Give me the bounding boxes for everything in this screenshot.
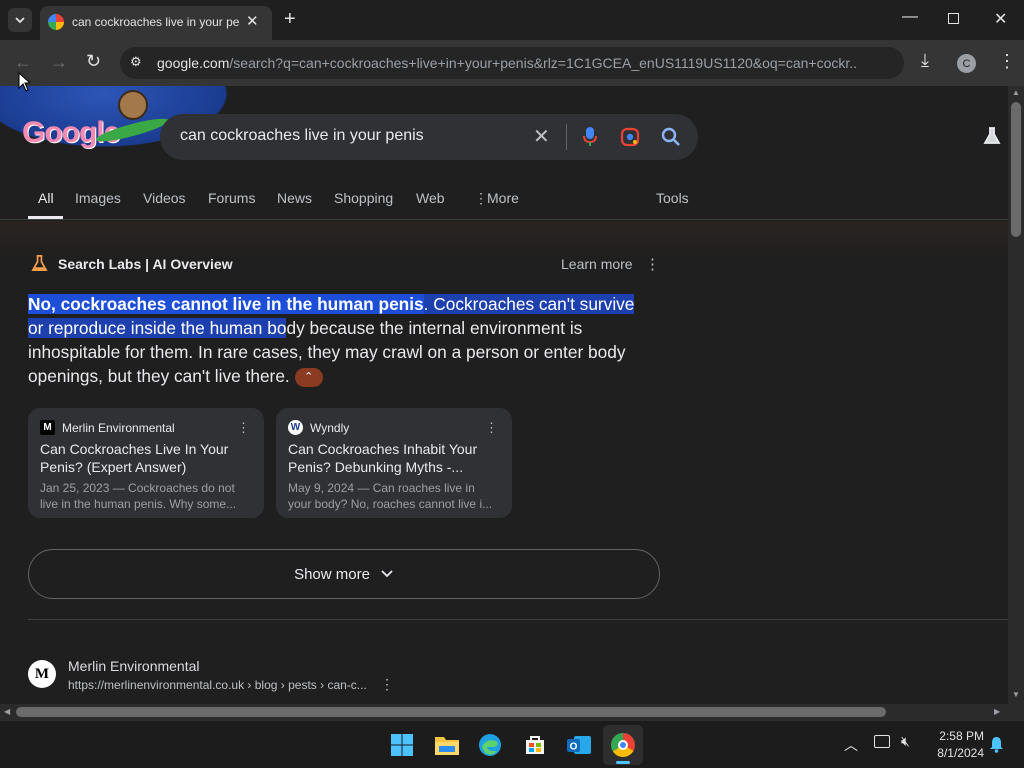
- show-more-button[interactable]: Show more: [28, 549, 660, 599]
- horizontal-scrollbar[interactable]: ◀ ▶: [0, 704, 1008, 720]
- windows-start-icon[interactable]: [390, 733, 414, 757]
- card-site: W Wyndly: [288, 420, 349, 435]
- card-snippet: May 9, 2024 — Can roaches live in your b…: [288, 481, 493, 511]
- scroll-thumb[interactable]: [16, 707, 886, 717]
- forward-button[interactable]: →: [50, 52, 68, 73]
- tab-bar: can cockroaches live in your pe ✕ + — ✕: [0, 0, 1024, 40]
- edge-icon[interactable]: [478, 733, 502, 757]
- card-site: M Merlin Environmental: [40, 420, 175, 435]
- divider: [28, 619, 1008, 620]
- source-card[interactable]: W Wyndly ⋮ Can Cockroaches Inhabit Your P…: [276, 408, 512, 518]
- card-menu-icon[interactable]: ⋮: [485, 420, 498, 436]
- tab-close-icon[interactable]: ✕: [246, 12, 259, 30]
- scroll-left-icon[interactable]: ◀: [4, 707, 10, 716]
- address-bar[interactable]: ⚙ google.com/search?q=can+cockroaches+li…: [120, 47, 904, 79]
- tray-chevron-up-icon[interactable]: ︿: [844, 735, 858, 755]
- tab-news[interactable]: News: [277, 190, 312, 206]
- answer-highlight-end: bo: [267, 318, 287, 338]
- tab-all[interactable]: All: [38, 190, 54, 206]
- microsoft-store-icon[interactable]: [523, 733, 547, 757]
- cursor-icon: [18, 72, 30, 92]
- clock-date[interactable]: 8/1/2024: [926, 746, 984, 760]
- labs-flask-small-icon: [31, 255, 48, 272]
- chevron-down-icon: [381, 570, 393, 578]
- answer-highlight: . Cockroaches can't survive: [423, 294, 635, 314]
- ai-overview-text: No, cockroaches cannot live in the human…: [28, 292, 660, 388]
- url-domain: google.com: [157, 55, 230, 71]
- ai-overview-glow: [0, 221, 1008, 261]
- overview-menu-icon[interactable]: ⋮: [645, 255, 660, 273]
- wyndly-favicon-icon: W: [288, 420, 303, 435]
- google-favicon-icon: [48, 14, 64, 30]
- tab-images[interactable]: Images: [75, 190, 121, 206]
- avatar[interactable]: C: [957, 54, 976, 73]
- search-tabs: All Images Videos Forums News Shopping W…: [0, 86, 1008, 220]
- tab-title: can cockroaches live in your pe: [72, 15, 240, 29]
- answer-bold: No, cockroaches cannot live in the human…: [28, 294, 424, 314]
- card-snippet: Jan 25, 2023 — Cockroaches do not live i…: [40, 481, 237, 511]
- card-title[interactable]: Can Cockroaches Inhabit Your Penis? Debu…: [288, 440, 498, 476]
- tab-all-underline: [28, 216, 63, 219]
- notification-bell-icon[interactable]: [989, 736, 1004, 753]
- site-info-icon[interactable]: ⚙: [130, 54, 142, 70]
- tab-forums[interactable]: Forums: [208, 190, 255, 206]
- url-text: google.com/search?q=can+cockroaches+live…: [157, 55, 857, 71]
- scroll-up-icon[interactable]: ▲: [1012, 88, 1020, 97]
- scroll-thumb[interactable]: [1011, 102, 1021, 237]
- learn-more-link[interactable]: Learn more: [561, 256, 633, 272]
- tab-web[interactable]: Web: [416, 190, 445, 206]
- chrome-taskbar-button[interactable]: [603, 725, 643, 765]
- tools-button[interactable]: Tools: [656, 190, 689, 206]
- more-dots-icon: ⋮: [474, 190, 488, 206]
- outlook-icon[interactable]: O: [566, 733, 592, 757]
- tab-more[interactable]: More: [487, 190, 519, 206]
- scroll-corner: [1008, 704, 1024, 720]
- ai-overview-header: Search Labs | AI Overview: [58, 256, 233, 272]
- clock-time[interactable]: 2:58 PM: [930, 729, 984, 743]
- collapse-button[interactable]: ⌃: [294, 367, 323, 387]
- card-title[interactable]: Can Cockroaches Live In Your Penis? (Exp…: [40, 440, 250, 476]
- taskbar: O ︿ 🔇︎ 2:58 PM 8/1/2024: [0, 720, 1024, 768]
- card-menu-icon[interactable]: ⋮: [237, 420, 250, 436]
- page-viewport: Google can cockroaches live in your peni…: [0, 86, 1008, 704]
- svg-text:O: O: [570, 742, 578, 753]
- tab-search-button[interactable]: [8, 8, 32, 32]
- result-url[interactable]: https://merlinenvironmental.co.uk › blog…: [68, 678, 367, 692]
- active-indicator: [616, 761, 630, 764]
- answer-highlight-line2: or reproduce inside the human: [28, 318, 268, 338]
- network-icon[interactable]: [874, 735, 890, 748]
- file-explorer-icon[interactable]: [434, 734, 460, 756]
- new-tab-button[interactable]: +: [284, 8, 296, 31]
- result-favicon-icon: M: [28, 660, 56, 688]
- minimize-button[interactable]: —: [902, 8, 918, 26]
- reload-button[interactable]: ↻: [86, 51, 101, 72]
- volume-mute-icon[interactable]: 🔇︎: [901, 733, 910, 750]
- restore-button[interactable]: [948, 13, 959, 24]
- scroll-right-icon[interactable]: ▶: [994, 707, 1000, 716]
- close-window-button[interactable]: ✕: [994, 9, 1007, 29]
- tab-videos[interactable]: Videos: [143, 190, 186, 206]
- active-tab[interactable]: can cockroaches live in your pe ✕: [40, 6, 272, 40]
- card-site-name: Merlin Environmental: [62, 420, 175, 435]
- tab-shopping[interactable]: Shopping: [334, 190, 393, 206]
- scroll-down-icon[interactable]: ▼: [1012, 690, 1020, 699]
- download-icon[interactable]: ⤓: [921, 50, 929, 71]
- back-button[interactable]: ←: [14, 52, 32, 73]
- menu-icon[interactable]: ⋮: [998, 51, 1016, 72]
- show-more-label: Show more: [294, 565, 370, 583]
- result-site-name[interactable]: Merlin Environmental: [68, 658, 200, 674]
- result-menu-icon[interactable]: ⋮: [380, 676, 394, 693]
- chevron-down-icon: [15, 17, 25, 24]
- vertical-scrollbar[interactable]: ▲ ▼: [1008, 86, 1024, 704]
- chrome-icon-center: [618, 740, 628, 750]
- merlin-favicon-icon: M: [40, 420, 55, 435]
- url-path: /search?q=can+cockroaches+live+in+your+p…: [229, 55, 857, 71]
- card-site-name: Wyndly: [310, 420, 350, 435]
- source-card[interactable]: M Merlin Environmental ⋮ Can Cockroaches …: [28, 408, 264, 518]
